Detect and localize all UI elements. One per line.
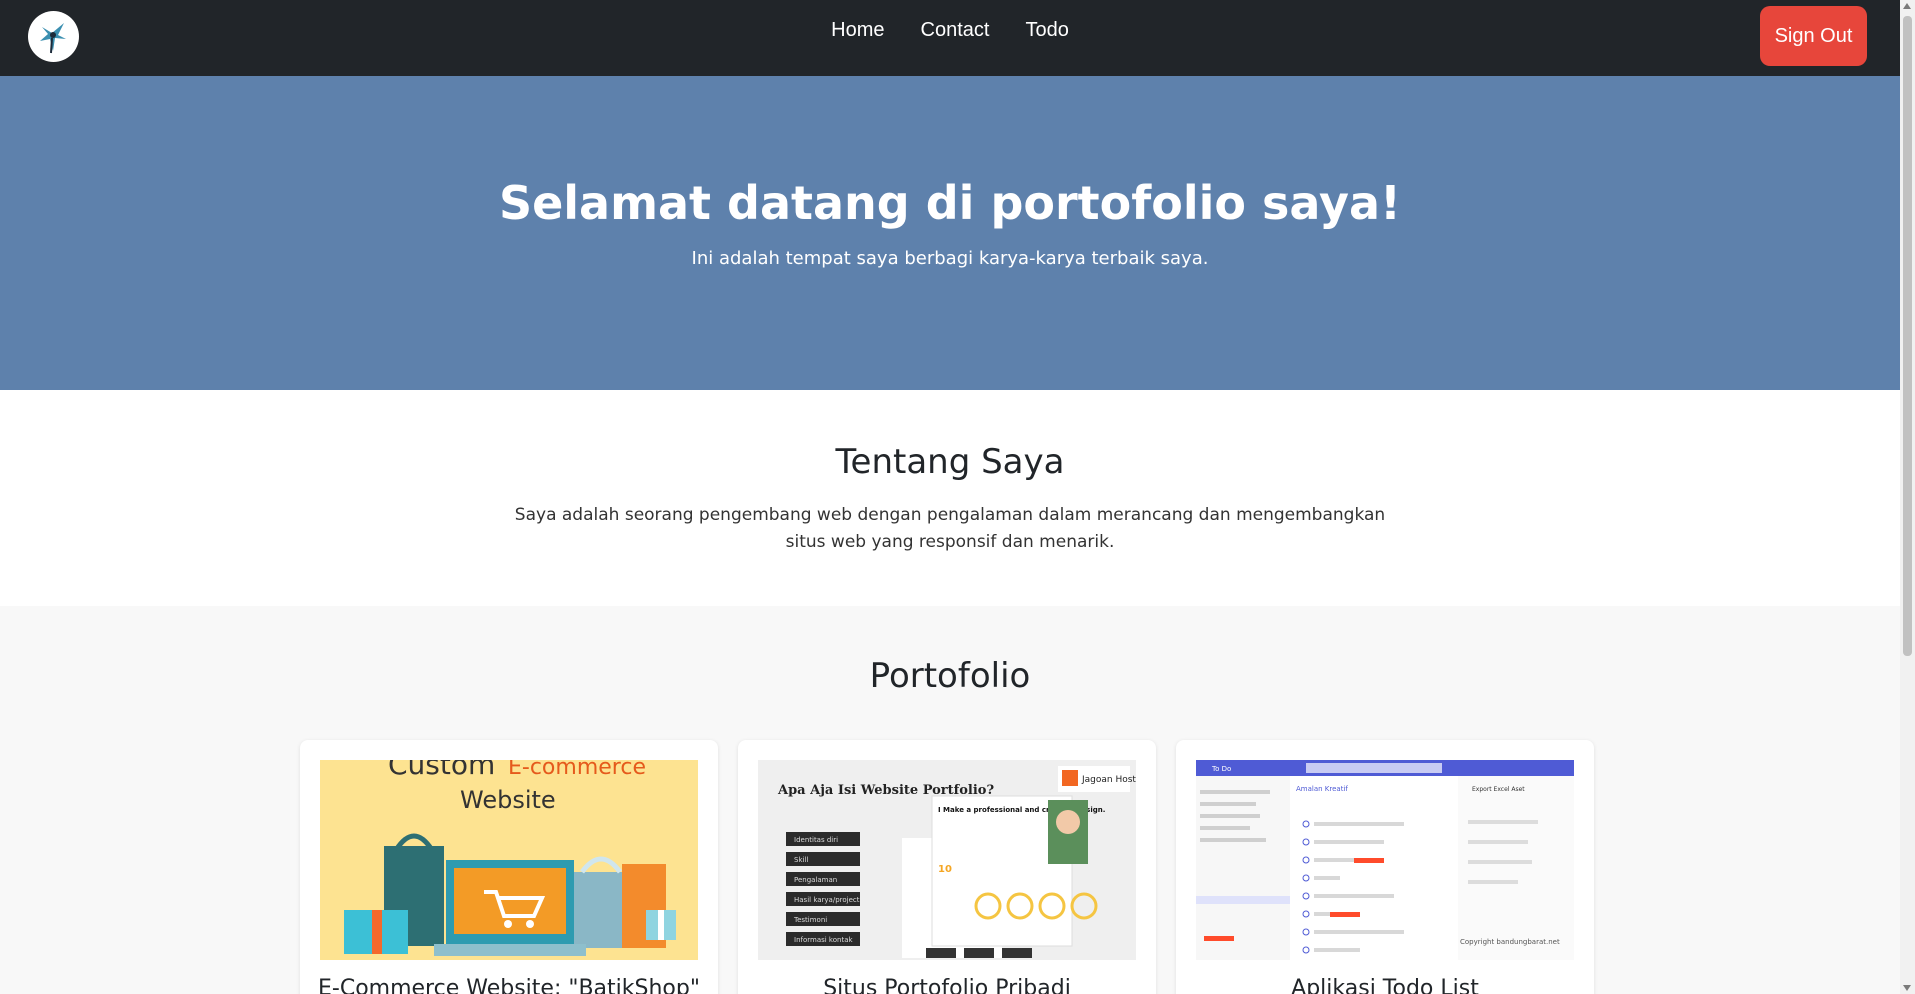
todo-copyright: Copyright bandungbarat.net — [1460, 938, 1560, 946]
about-title: Tentang Saya — [835, 442, 1065, 482]
page-scrollbar[interactable] — [1900, 0, 1915, 994]
navbar: Home Contact Todo Sign Out — [0, 0, 1900, 76]
card-title: Situs Portofolio Pribadi — [823, 976, 1071, 994]
portfolio-card-personal-site[interactable]: Apa Aja Isi Website Portfolio? Jagoan Ho… — [738, 740, 1156, 994]
card-title: E-Commerce Website: "BatikShop" — [318, 976, 700, 994]
portfolio-section: Portofolio Custom E-commerce Website E-C… — [0, 606, 1900, 994]
hero-section: Selamat datang di portofolio saya! Ini a… — [0, 76, 1900, 390]
todo-list-title: Amalan Kreatif — [1296, 785, 1348, 793]
personal-site-thumbnail[interactable]: Apa Aja Isi Website Portfolio? Jagoan Ho… — [758, 760, 1136, 960]
hero-title: Selamat datang di portofolio saya! — [498, 176, 1402, 230]
about-text: Saya adalah seorang pengembang web denga… — [514, 505, 1386, 552]
todo-illustration: To Do Amalan Kreatif Export Excel Aset C… — [1196, 760, 1574, 960]
scroll-thumb[interactable] — [1903, 16, 1912, 656]
ecommerce-illustration: Custom E-commerce Website — [320, 760, 698, 960]
portfolio-card-ecommerce[interactable]: Custom E-commerce Website E-Commerce Web… — [300, 740, 718, 994]
scroll-down-arrow-icon[interactable] — [1903, 985, 1911, 991]
portfolio-title: Portofolio — [869, 656, 1031, 696]
scroll-up-arrow-icon[interactable] — [1903, 3, 1911, 9]
personal-site-list-item: Informasi kontak — [794, 936, 853, 944]
portfolio-card-todo[interactable]: To Do Amalan Kreatif Export Excel Aset C… — [1176, 740, 1594, 994]
personal-site-illustration: Apa Aja Isi Website Portfolio? Jagoan Ho… — [758, 760, 1136, 960]
personal-site-stat: 10 — [938, 864, 952, 875]
hero-subtitle: Ini adalah tempat saya berbagi karya-kar… — [691, 248, 1209, 269]
nav-link-todo[interactable]: Todo — [1025, 19, 1068, 42]
personal-site-list-item: Skill — [794, 856, 808, 864]
todo-thumbnail[interactable]: To Do Amalan Kreatif Export Excel Aset C… — [1196, 760, 1574, 960]
ecommerce-line1: Custom — [388, 760, 495, 781]
nav-link-home[interactable]: Home — [831, 19, 884, 42]
ecommerce-thumbnail[interactable]: Custom E-commerce Website — [320, 760, 698, 960]
page: Home Contact Todo Sign Out Selamat datan… — [0, 0, 1900, 994]
ecommerce-line1b: E-commerce — [508, 760, 646, 780]
personal-site-list-item: Pengalaman — [794, 876, 837, 884]
todo-search-bar — [1306, 763, 1442, 773]
bag-shape — [574, 872, 628, 948]
sign-out-button[interactable]: Sign Out — [1760, 6, 1867, 66]
nav-links: Home Contact Todo — [0, 0, 1900, 60]
todo-app-name: To Do — [1211, 765, 1231, 773]
personal-site-list-item: Testimoni — [793, 916, 827, 924]
about-section: Tentang Saya Saya adalah seorang pengemb… — [0, 390, 1900, 606]
card-title: Aplikasi Todo List — [1291, 976, 1479, 994]
personal-site-list-item: Identitas diri — [794, 836, 838, 844]
personal-site-list-item: Hasil karya/project — [794, 896, 860, 904]
personal-site-brand: Jagoan Hosting... — [1081, 775, 1136, 785]
todo-detail-pane — [1458, 776, 1574, 960]
ecommerce-line2: Website — [460, 786, 556, 814]
nav-link-contact[interactable]: Contact — [921, 19, 990, 42]
todo-task-title: Export Excel Aset — [1472, 786, 1525, 793]
